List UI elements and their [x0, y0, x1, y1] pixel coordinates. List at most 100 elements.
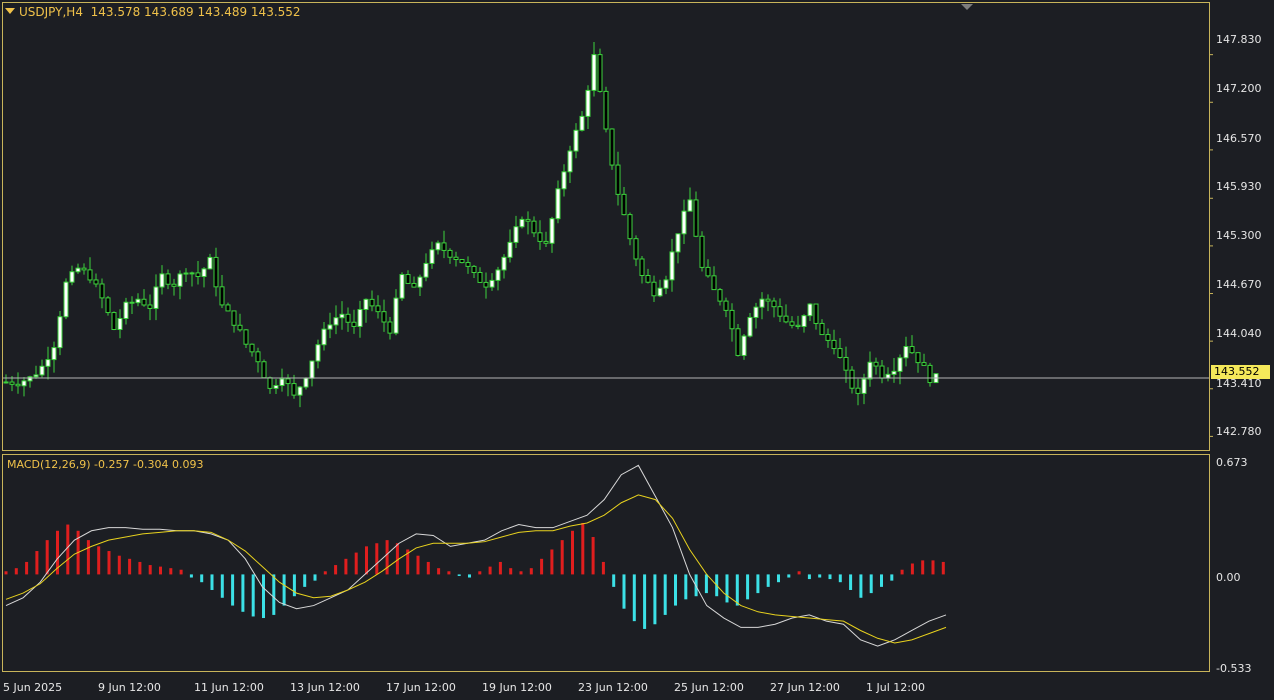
candle-body	[141, 298, 147, 306]
histogram-bar	[344, 558, 348, 575]
histogram-bar	[488, 566, 492, 575]
histogram-bar	[921, 560, 925, 575]
histogram-bar	[128, 558, 132, 575]
candle-body	[447, 249, 453, 258]
histogram-bar	[735, 574, 739, 606]
candle-body	[87, 269, 93, 281]
candle-body	[189, 272, 195, 275]
candle-body	[855, 387, 861, 394]
symbol-label: USDJPY,H4	[19, 5, 83, 19]
candle-body	[843, 356, 849, 371]
candle-body	[789, 321, 795, 326]
candle-body	[81, 267, 87, 271]
candle-body	[165, 273, 171, 285]
histogram-bar	[385, 540, 389, 575]
histogram-bar	[66, 524, 70, 575]
candle-body	[477, 272, 483, 283]
histogram-bar	[375, 543, 379, 575]
candle-body	[705, 266, 711, 277]
histogram-bar	[14, 568, 18, 575]
candle-body	[339, 313, 345, 319]
candle-body	[159, 273, 165, 288]
candle-body	[699, 235, 705, 268]
candle-body	[381, 311, 387, 323]
candle-body	[921, 362, 927, 366]
candle-body	[753, 306, 759, 318]
histogram-bar	[416, 555, 420, 575]
candle-body	[21, 380, 27, 387]
histogram-bar	[643, 574, 647, 629]
candle-body	[243, 329, 249, 345]
candle-body	[813, 303, 819, 324]
candle-body	[357, 308, 363, 327]
candle-body	[657, 287, 663, 297]
candle-body	[591, 54, 597, 91]
candle-body	[273, 385, 279, 389]
candle-body	[717, 289, 723, 302]
histogram-bar	[725, 574, 729, 603]
histogram-bar	[251, 574, 255, 617]
candle-body	[675, 233, 681, 253]
candle-body	[537, 232, 543, 242]
candle-body	[681, 210, 687, 235]
macd-histogram	[4, 522, 945, 629]
histogram-bar	[560, 540, 564, 575]
candle-body	[309, 360, 315, 379]
chart-shift-marker[interactable]	[961, 4, 973, 10]
histogram-bar	[859, 574, 863, 598]
candle-body	[909, 346, 915, 354]
histogram-bar	[437, 568, 441, 575]
candle-body	[135, 298, 141, 304]
candle-body	[441, 242, 447, 251]
candle-body	[411, 282, 417, 288]
histogram-bar	[519, 571, 523, 575]
time-axis-label: 5 Jun 2025	[3, 681, 63, 694]
chart-menu-icon[interactable]	[5, 8, 15, 14]
candle-body	[225, 304, 231, 312]
histogram-bar	[426, 561, 430, 575]
candle-body	[747, 316, 753, 337]
candle-body	[369, 298, 375, 307]
histogram-bar	[880, 574, 883, 587]
candle-body	[423, 262, 429, 278]
candle-body	[429, 249, 435, 264]
histogram-bar	[612, 574, 616, 587]
price-tick-label: 146.570	[1216, 132, 1262, 145]
chart-canvas[interactable]	[0, 0, 1274, 700]
candle-body	[561, 171, 567, 190]
candle-body	[861, 378, 867, 394]
histogram-bar	[262, 574, 265, 619]
macd-line	[5, 464, 947, 647]
candle-body	[237, 324, 243, 331]
candle-body	[33, 374, 39, 378]
candle-body	[75, 267, 81, 273]
candle-body	[891, 370, 897, 375]
candle-body	[645, 275, 651, 283]
candle-body	[45, 359, 51, 367]
histogram-bar	[900, 569, 904, 575]
histogram-bar	[581, 522, 585, 575]
candle-body	[315, 344, 321, 362]
histogram-bar	[622, 574, 626, 609]
histogram-bar	[148, 565, 152, 575]
candle-body	[543, 240, 549, 244]
candle-body	[777, 306, 783, 317]
histogram-bar	[323, 571, 327, 575]
candle-body	[207, 256, 213, 270]
histogram-bar	[540, 558, 544, 575]
candle-body	[465, 262, 471, 267]
candle-body	[39, 365, 45, 376]
candle-body	[579, 115, 585, 131]
candle-body	[633, 238, 639, 260]
candle-body	[927, 364, 933, 384]
candle-body	[93, 279, 99, 285]
candle-body	[867, 361, 873, 380]
candle-body	[573, 129, 579, 152]
histogram-bar	[838, 574, 842, 583]
candle-body	[213, 256, 219, 288]
histogram-bar	[931, 560, 935, 575]
candle-body	[321, 328, 327, 346]
candle-body	[405, 274, 411, 284]
price-tick-label: 145.300	[1216, 229, 1262, 242]
candle-body	[735, 328, 741, 356]
